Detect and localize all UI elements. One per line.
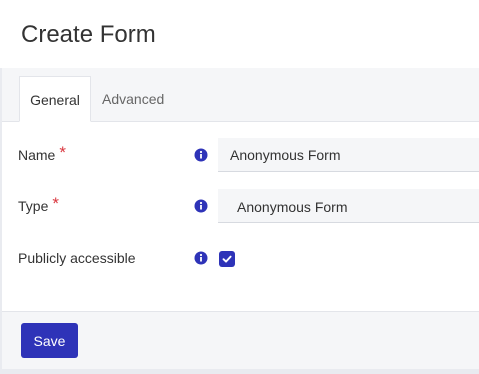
info-circle-icon[interactable]: [194, 251, 208, 265]
name-row: Name *: [2, 138, 479, 172]
type-select[interactable]: Anonymous Form: [218, 189, 479, 223]
public-row: Publicly accessible: [2, 241, 479, 275]
name-label: Name *: [18, 138, 66, 172]
name-input[interactable]: [218, 138, 479, 172]
required-mark: *: [59, 143, 66, 162]
page-title: Create Form: [21, 21, 156, 48]
form-card: General Advanced Name* Type* Anonymous F…: [0, 68, 479, 374]
tabs-bar: General Advanced: [2, 68, 479, 122]
public-label: Publicly accessible: [18, 250, 136, 266]
tab-general[interactable]: General: [19, 76, 91, 122]
name-label-text: Name: [18, 147, 56, 163]
checkmark-icon: [222, 255, 232, 263]
type-row: Type * Anonymous Form: [2, 189, 479, 223]
save-button[interactable]: Save: [21, 323, 78, 358]
required-mark: *: [52, 194, 59, 213]
page-header: Create Form: [0, 0, 479, 68]
info-circle-icon[interactable]: [194, 148, 208, 162]
public-checkbox[interactable]: [219, 251, 235, 267]
form-footer: Save: [2, 311, 479, 369]
type-label-text: Type: [18, 198, 49, 214]
info-circle-icon[interactable]: [194, 199, 208, 213]
tab-advanced[interactable]: Advanced: [92, 76, 174, 122]
type-label: Type *: [18, 189, 59, 223]
